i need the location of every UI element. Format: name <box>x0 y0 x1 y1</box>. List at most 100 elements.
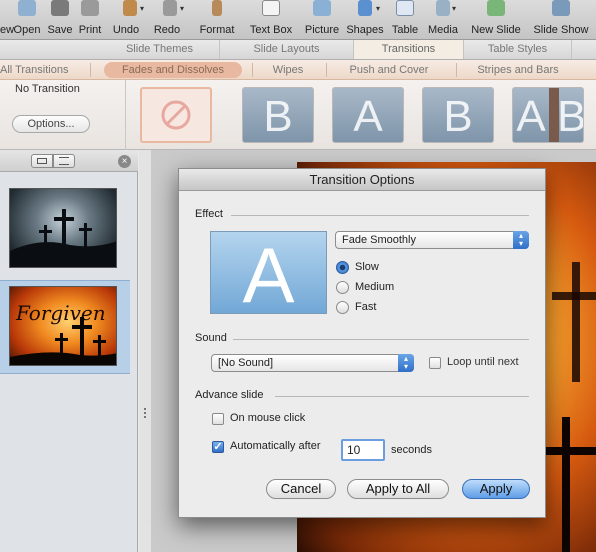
outline-view-icon <box>59 157 69 165</box>
toolbar-table-button[interactable]: Table <box>388 0 422 40</box>
thumb-letter: A <box>353 92 383 141</box>
seconds-label: seconds <box>391 444 432 456</box>
effect-divider <box>231 215 529 216</box>
auto-after-checkbox[interactable]: ✓ <box>212 441 224 453</box>
toolbar-new-slide-button[interactable]: New Slide <box>468 0 524 40</box>
slide-thumb-1[interactable] <box>9 188 117 268</box>
speed-medium-radio[interactable] <box>336 281 349 294</box>
effect-select-value: Fade Smoothly <box>342 234 416 246</box>
effect-select[interactable]: Fade Smoothly ▴ ▾ <box>335 231 529 249</box>
toolbar-format-button[interactable]: Format <box>196 0 238 40</box>
sidebar-header: × <box>0 150 138 172</box>
sidebar-splitter[interactable] <box>139 150 151 552</box>
select-arrows-icon: ▴ ▾ <box>398 354 414 372</box>
category-push-cover[interactable]: Push and Cover <box>334 62 444 78</box>
checkmark-icon: ✓ <box>213 441 223 453</box>
new-slide-icon <box>487 0 505 16</box>
toolbar-new-label: ew <box>0 24 15 36</box>
thumb-fade-4[interactable]: A B <box>512 87 584 143</box>
thumb-fade-1[interactable]: B <box>242 87 314 143</box>
cancel-button[interactable]: Cancel <box>266 479 336 499</box>
toolbar-media-button[interactable]: ▾ Media <box>424 0 462 40</box>
category-stripes-bars[interactable]: Stripes and Bars <box>462 62 574 78</box>
transition-categories: All Transitions Fades and Dissolves Wipe… <box>0 60 596 80</box>
speed-fast-label: Fast <box>355 301 377 313</box>
table-icon <box>396 0 414 16</box>
toolbar-save-label: Save <box>47 24 73 36</box>
category-separator <box>326 63 327 77</box>
seconds-input[interactable]: 10 <box>341 439 385 461</box>
toolbar-open-button[interactable]: Open <box>10 0 44 40</box>
preview-letter: A <box>242 231 295 314</box>
toolbar-slide-show-button[interactable]: Slide Show <box>526 0 596 40</box>
sound-select[interactable]: [No Sound] ▴ ▾ <box>211 354 414 372</box>
select-arrows-icon: ▴ ▾ <box>513 231 529 249</box>
tab-slide-themes[interactable]: Slide Themes <box>100 40 220 59</box>
toolbar-textbox-button[interactable]: Text Box <box>246 0 296 40</box>
undo-icon <box>123 0 137 16</box>
thumb-letter: B <box>263 92 293 141</box>
toolbar-save-button[interactable]: Save <box>46 0 74 40</box>
thumb-letter: A <box>516 92 546 141</box>
crosses-icon <box>10 209 116 267</box>
apply-button[interactable]: Apply <box>462 479 530 499</box>
slide-thumb-2[interactable]: Forgiven <box>9 286 117 366</box>
redo-icon <box>163 0 177 16</box>
toolbar-shapes-label: Shapes <box>346 24 384 36</box>
toolbar-undo-button[interactable]: ▾ Undo <box>112 0 148 40</box>
toolbar-shapes-button[interactable]: ▾ Shapes <box>344 0 386 40</box>
category-wipes[interactable]: Wipes <box>258 62 318 78</box>
toolbar-redo-button[interactable]: ▾ Redo <box>152 0 188 40</box>
tab-table-styles[interactable]: Table Styles <box>464 40 572 59</box>
transition-gallery: No Transition Options... B A B A B <box>0 80 596 150</box>
loop-checkbox[interactable] <box>429 357 441 369</box>
transition-options-dialog: Transition Options Effect A Fade Smoothl… <box>178 168 546 518</box>
shapes-dropdown-icon[interactable]: ▾ <box>376 4 380 13</box>
toolbar-picture-label: Picture <box>304 24 340 36</box>
category-fades-dissolves[interactable]: Fades and Dissolves <box>104 62 242 78</box>
toolbar-open-label: Open <box>13 24 41 36</box>
close-sidebar-icon[interactable]: × <box>118 155 131 168</box>
options-button[interactable]: Options... <box>12 115 90 133</box>
thumb-no-transition[interactable] <box>140 87 212 143</box>
thumb-fade-2[interactable]: A <box>332 87 404 143</box>
toolbar-media-label: Media <box>428 24 458 36</box>
speed-fast-radio[interactable] <box>336 301 349 314</box>
toolbar-picture-button[interactable]: Picture <box>300 0 344 40</box>
redo-dropdown-icon[interactable]: ▾ <box>180 4 184 13</box>
slides-view-toggle[interactable] <box>31 154 53 168</box>
speed-medium-label: Medium <box>355 281 395 293</box>
thumb-fade-3[interactable]: B <box>422 87 494 143</box>
toolbar-print-button[interactable]: Print <box>76 0 104 40</box>
print-icon <box>81 0 99 16</box>
toolbar-slide-show-label: Slide Show <box>533 24 589 36</box>
tab-slide-layouts[interactable]: Slide Layouts <box>220 40 354 59</box>
crosses-icon <box>10 317 116 365</box>
toolbar-new-slide-label: New Slide <box>471 24 521 36</box>
advance-section-label: Advance slide <box>195 389 264 401</box>
mouse-click-checkbox[interactable] <box>212 413 224 425</box>
sound-select-value: [No Sound] <box>218 357 274 369</box>
apply-to-all-button[interactable]: Apply to All <box>347 479 449 499</box>
undo-dropdown-icon[interactable]: ▾ <box>140 4 144 13</box>
speed-slow-radio[interactable] <box>336 261 349 274</box>
splitter-grip <box>144 412 146 414</box>
category-all-transitions[interactable]: All Transitions <box>0 62 78 78</box>
textbox-icon <box>262 0 280 16</box>
outline-view-toggle[interactable] <box>53 154 75 168</box>
toolbar-format-label: Format <box>199 24 235 36</box>
toolbar-print-label: Print <box>78 24 102 36</box>
picture-icon <box>313 0 331 16</box>
toolbar-new[interactable]: ew <box>0 0 15 40</box>
toolbar-undo-label: Undo <box>112 24 140 36</box>
paintbrush-icon <box>212 0 222 16</box>
toolbar-redo-label: Redo <box>153 24 181 36</box>
folder-icon <box>18 0 36 16</box>
effect-preview: A <box>210 231 327 314</box>
tab-transitions[interactable]: Transitions <box>354 40 464 59</box>
save-icon <box>51 0 69 16</box>
thumb-letter: B <box>557 92 584 141</box>
effect-section-label: Effect <box>195 208 223 220</box>
sound-divider <box>233 339 529 340</box>
media-dropdown-icon[interactable]: ▾ <box>452 4 456 13</box>
